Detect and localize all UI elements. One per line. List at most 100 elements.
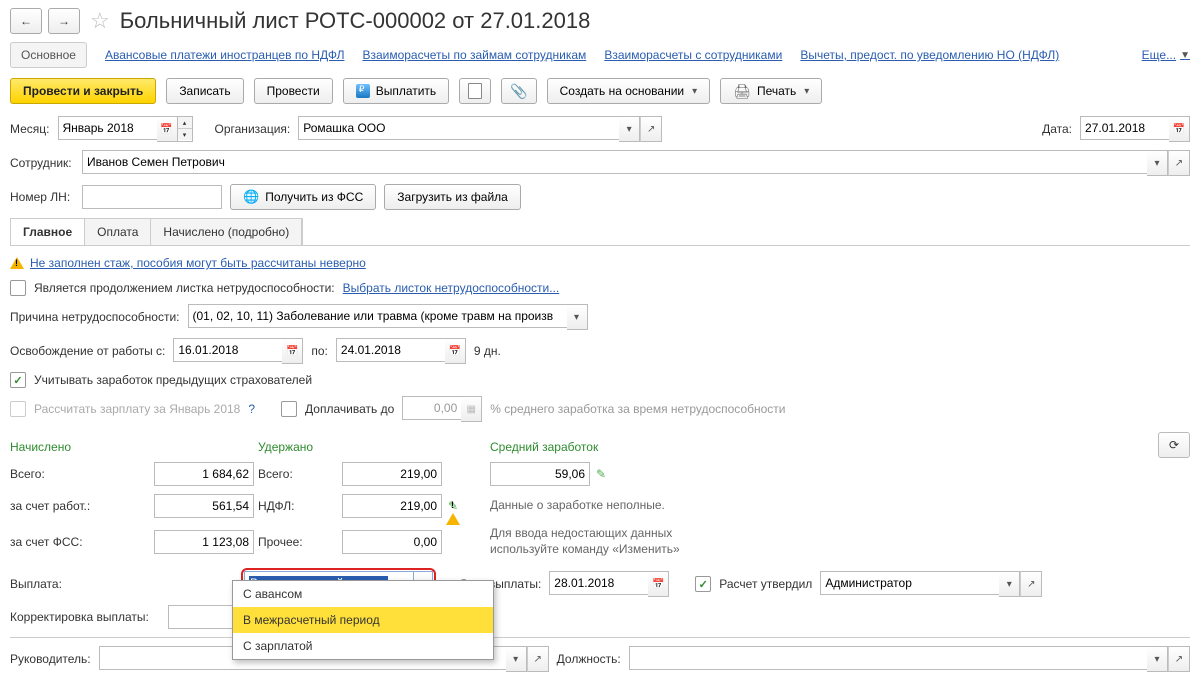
warning-link[interactable]: Не заполнен стаж, пособия могут быть рас… (30, 256, 366, 270)
subnav-link-3[interactable]: Вычеты, предост. по уведомлению НО (НДФЛ… (800, 48, 1059, 62)
nav-forward-button[interactable]: → (48, 8, 80, 34)
month-down[interactable]: ▾ (178, 129, 192, 140)
paydate-calendar-icon[interactable]: 📅 (648, 571, 669, 597)
period-to-label: по: (311, 344, 328, 358)
subnav-more[interactable]: Еще...▼ (1142, 48, 1190, 62)
prev-insurers-checkbox[interactable] (10, 372, 26, 388)
subnav-link-1[interactable]: Взаиморасчеты по займам сотрудникам (362, 48, 586, 62)
ln-input[interactable] (82, 185, 222, 209)
employee-dropdown-icon[interactable]: ▾ (1147, 150, 1168, 176)
approved-label: Расчет утвердил (719, 577, 812, 591)
subnav-link-2[interactable]: Взаиморасчеты с сотрудниками (604, 48, 782, 62)
topup-calc-icon[interactable]: ▦ (461, 396, 482, 422)
calendar-icon[interactable]: 📅 (157, 116, 178, 142)
page-title: Больничный лист РОТС-000002 от 27.01.201… (120, 8, 591, 34)
continuation-label: Является продолжением листка нетрудоспос… (34, 281, 335, 295)
other-label: Прочее: (258, 535, 338, 549)
load-file-button[interactable]: Загрузить из файла (384, 184, 521, 210)
topup-field[interactable]: ▦ (402, 396, 482, 422)
date-field[interactable]: 📅 (1080, 116, 1190, 142)
org-input[interactable] (298, 116, 619, 140)
date-to-calendar-icon[interactable]: 📅 (445, 338, 466, 364)
position-input[interactable] (629, 646, 1147, 670)
topup-label: Доплачивать до (305, 402, 394, 416)
fss-input[interactable] (154, 530, 254, 554)
date-from-field[interactable]: 📅 (173, 338, 303, 364)
approved-by-dropdown-icon[interactable]: ▾ (999, 571, 1020, 597)
date-from-input[interactable] (173, 338, 282, 362)
payout-option-0[interactable]: С авансом (233, 581, 493, 607)
paydate-input[interactable] (549, 571, 648, 595)
org-field[interactable]: ▾ ↗ (298, 116, 662, 142)
recalc-help-icon[interactable]: ? (248, 402, 255, 416)
get-fss-button[interactable]: 🌐 Получить из ФСС (230, 184, 376, 210)
reason-label: Причина нетрудоспособности: (10, 310, 180, 324)
date-calendar-icon[interactable]: 📅 (1169, 116, 1190, 142)
nav-back-button[interactable]: ← (10, 8, 42, 34)
position-dropdown-icon[interactable]: ▾ (1147, 646, 1168, 672)
manager-dropdown-icon[interactable]: ▾ (506, 646, 527, 672)
position-open-icon[interactable]: ↗ (1168, 646, 1190, 672)
month-input[interactable] (58, 116, 157, 140)
reason-input[interactable] (188, 304, 567, 328)
topup-input[interactable] (402, 396, 461, 420)
correction-input[interactable] (168, 605, 238, 629)
date-input[interactable] (1080, 116, 1169, 140)
continuation-checkbox[interactable] (10, 280, 26, 296)
ndfl-input[interactable] (342, 494, 442, 518)
month-up[interactable]: ▴ (178, 117, 192, 129)
continuation-link[interactable]: Выбрать листок нетрудоспособности... (343, 281, 560, 295)
org-open-icon[interactable]: ↗ (640, 116, 662, 142)
reason-dropdown-icon[interactable]: ▾ (567, 304, 588, 330)
employee-input[interactable] (82, 150, 1147, 174)
position-field[interactable]: ▾ ↗ (629, 646, 1190, 672)
pay-button[interactable]: Выплатить (343, 78, 450, 104)
topup-checkbox[interactable] (281, 401, 297, 417)
emp-input[interactable] (154, 494, 254, 518)
date-to-field[interactable]: 📅 (336, 338, 466, 364)
ndfl-label: НДФЛ: (258, 499, 338, 513)
attach-button[interactable]: 📎 (501, 78, 536, 104)
post-and-close-button[interactable]: Провести и закрыть (10, 78, 156, 104)
reason-field[interactable]: ▾ (188, 304, 588, 330)
document-button[interactable] (459, 78, 491, 104)
employee-label: Сотрудник: (10, 156, 74, 170)
employee-field[interactable]: ▾ ↗ (82, 150, 1190, 176)
refresh-button[interactable]: ⟳ (1158, 432, 1190, 458)
withheld-total-input[interactable] (342, 462, 442, 486)
create-based-button[interactable]: Создать на основании▾ (547, 78, 711, 104)
total-input[interactable] (154, 462, 254, 486)
other-input[interactable] (342, 530, 442, 554)
post-button[interactable]: Провести (254, 78, 333, 104)
avg-edit-icon[interactable]: ✎ (596, 467, 606, 481)
avg-input[interactable] (490, 462, 590, 486)
org-dropdown-icon[interactable]: ▾ (619, 116, 640, 142)
recalc-salary-checkbox (10, 401, 26, 417)
favorite-star-icon[interactable]: ☆ (86, 8, 114, 34)
tab-accrued-detail[interactable]: Начислено (подробно) (151, 219, 302, 245)
withheld-header: Удержано (258, 440, 338, 454)
manager-open-icon[interactable]: ↗ (527, 646, 549, 672)
fss-label: за счет ФСС: (10, 535, 150, 549)
write-button[interactable]: Записать (166, 78, 243, 104)
tab-payment[interactable]: Оплата (85, 219, 151, 245)
recalc-salary-label: Рассчитать зарплату за Январь 2018 (34, 402, 240, 416)
subnav-link-0[interactable]: Авансовые платежи иностранцев по НДФЛ (105, 48, 344, 62)
approved-by-input[interactable] (820, 571, 999, 595)
period-from-label: Освобождение от работы с: (10, 344, 165, 358)
pay-icon (356, 84, 370, 98)
print-button[interactable]: 🖨 Печать▾ (720, 78, 822, 104)
month-field[interactable]: 📅 ▴ ▾ (58, 116, 193, 142)
date-from-calendar-icon[interactable]: 📅 (282, 338, 303, 364)
subnav-main[interactable]: Основное (10, 42, 87, 68)
date-to-input[interactable] (336, 338, 445, 362)
globe-icon: 🌐 (243, 189, 259, 205)
employee-open-icon[interactable]: ↗ (1168, 150, 1190, 176)
paydate-field[interactable]: 📅 (549, 571, 669, 597)
payout-option-2[interactable]: С зарплатой (233, 633, 493, 659)
tab-main[interactable]: Главное (11, 219, 85, 245)
approved-by-field[interactable]: ▾ ↗ (820, 571, 1042, 597)
approved-by-open-icon[interactable]: ↗ (1020, 571, 1042, 597)
approved-checkbox[interactable] (695, 576, 711, 592)
payout-option-1[interactable]: В межрасчетный период (233, 607, 493, 633)
